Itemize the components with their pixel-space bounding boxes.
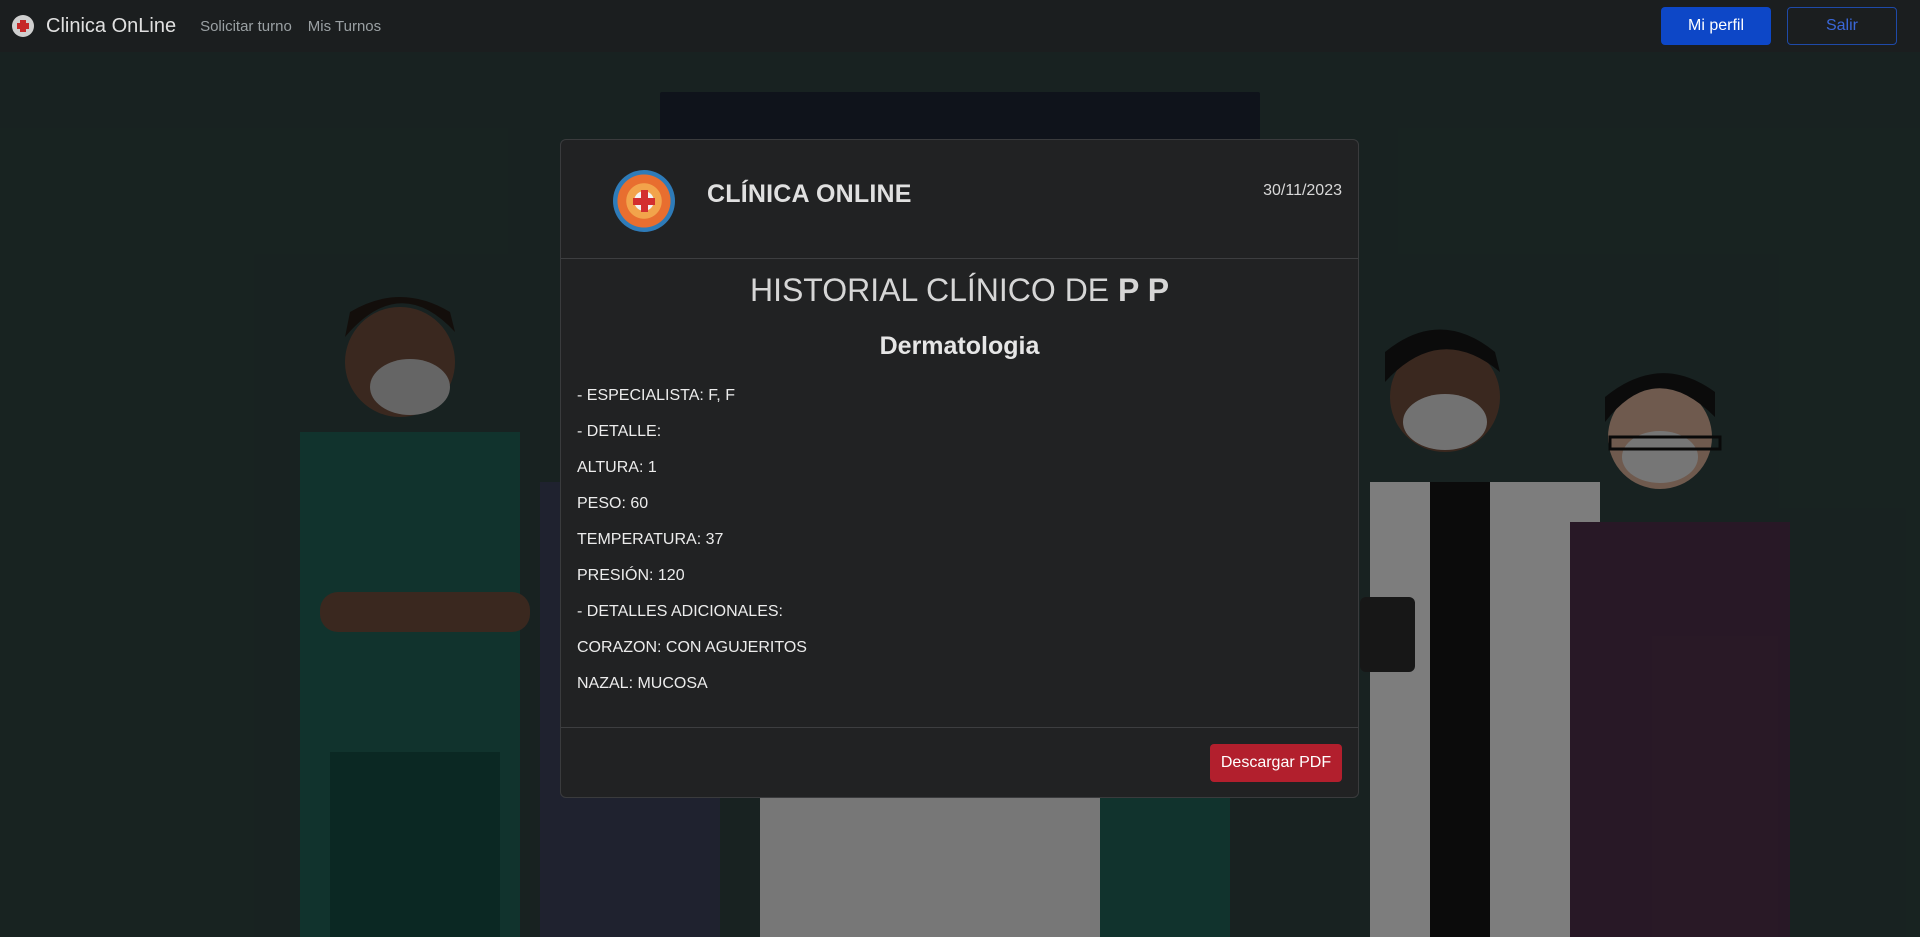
title-prefix: HISTORIAL CLÍNICO DE	[749, 272, 1119, 308]
nav-link-mis-turnos[interactable]: Mis Turnos	[308, 18, 381, 35]
detail-line: - DETALLE:	[577, 423, 662, 440]
logout-button[interactable]: Salir	[1787, 7, 1897, 45]
modal-title: HISTORIAL CLÍNICO DE P P	[561, 272, 1358, 309]
modal-header: CLÍNICA ONLINE 30/11/2023	[561, 140, 1358, 259]
detail-line: - ESPECIALISTA: F, F	[577, 387, 735, 404]
detail-line: - DETALLES ADICIONALES:	[577, 603, 783, 620]
patient-name: P P	[1118, 272, 1170, 308]
detail-line: PRESIÓN: 120	[577, 567, 685, 584]
detail-line: TEMPERATURA: 37	[577, 531, 724, 548]
record-date: 30/11/2023	[1263, 182, 1342, 199]
detail-line: CORAZON: CON AGUJERITOS	[577, 639, 807, 656]
history-details: - ESPECIALISTA: F, F - DETALLE: ALTURA: …	[577, 386, 807, 710]
detail-line: ALTURA: 1	[577, 459, 657, 476]
detail-line: NAZAL: MUCOSA	[577, 675, 708, 692]
modal-footer: Descargar PDF	[561, 727, 1358, 800]
background-panel	[660, 92, 1260, 142]
clinic-logo-icon	[613, 170, 675, 232]
specialty-heading: Dermatologia	[879, 332, 1040, 360]
navbar: Clinica OnLine Solicitar turno Mis Turno…	[0, 0, 1920, 52]
clinical-history-modal: CLÍNICA ONLINE 30/11/2023 HISTORIAL CLÍN…	[560, 139, 1359, 798]
nav-link-solicitar-turno[interactable]: Solicitar turno	[200, 18, 292, 35]
clinic-name: CLÍNICA ONLINE	[707, 180, 912, 208]
detail-line: PESO: 60	[577, 495, 649, 512]
brand-logo-icon	[12, 15, 34, 37]
profile-button[interactable]: Mi perfil	[1661, 7, 1771, 45]
download-pdf-button[interactable]: Descargar PDF	[1210, 744, 1342, 782]
brand-link[interactable]: Clinica OnLine	[46, 15, 176, 38]
